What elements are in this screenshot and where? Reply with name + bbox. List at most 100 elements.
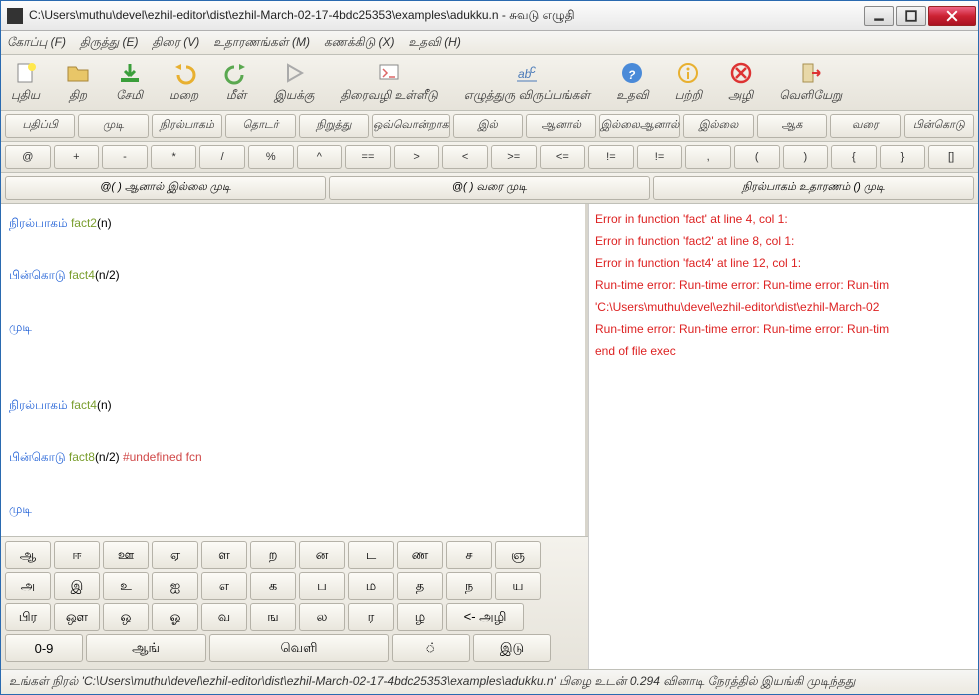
maximize-button[interactable] (896, 6, 926, 26)
symbol-btn-2[interactable]: - (102, 145, 148, 169)
menu-item-2[interactable]: திரை (V) (153, 35, 200, 51)
kb-key[interactable]: பிர (5, 603, 51, 631)
kb-key[interactable]: 0-9 (5, 634, 83, 662)
menu-item-5[interactable]: உதவி (H) (409, 35, 461, 51)
kb-key[interactable]: ஈ (54, 541, 100, 569)
kb-key[interactable]: ஞ (495, 541, 541, 569)
kb-key[interactable]: உ (103, 572, 149, 600)
keyword-btn-8[interactable]: இல்லைஆனால் (599, 114, 680, 138)
keyword-btn-5[interactable]: ஒவ்வொன்றாக (372, 114, 450, 138)
symbol-btn-13[interactable]: != (637, 145, 683, 169)
kb-key[interactable]: ் (392, 634, 470, 662)
menu-item-4[interactable]: கணக்கிடு (X) (324, 35, 395, 51)
keyword-btn-2[interactable]: நிரல்பாகம் (152, 114, 222, 138)
snippet-btn-0[interactable]: @( ) ஆனால் இல்லை முடி (5, 176, 326, 200)
kb-key[interactable]: ம (348, 572, 394, 600)
keyword-btn-11[interactable]: வரை (830, 114, 900, 138)
keyword-btn-4[interactable]: நிறுத்து (299, 114, 369, 138)
snippet-btn-2[interactable]: நிரல்பாகம் உதாரணம் () முடி (653, 176, 974, 200)
keyword-btn-6[interactable]: இல் (453, 114, 523, 138)
kb-key[interactable]: ர (348, 603, 394, 631)
kb-key[interactable]: ற (250, 541, 296, 569)
symbol-btn-16[interactable]: ) (783, 145, 829, 169)
symbol-btn-4[interactable]: / (199, 145, 245, 169)
kb-key[interactable]: ச (446, 541, 492, 569)
kb-key[interactable]: ன (299, 541, 345, 569)
symbol-btn-9[interactable]: < (442, 145, 488, 169)
toolbar-new[interactable]: புதிய (11, 61, 40, 104)
symbol-btn-0[interactable]: @ (5, 145, 51, 169)
kb-key[interactable]: ப (299, 572, 345, 600)
toolbar-exit[interactable]: வெளியேறு (779, 61, 842, 104)
kb-key[interactable]: ஓ (152, 603, 198, 631)
toolbar-screen[interactable]: திரைவழி உள்ளீடு (340, 61, 437, 104)
keyword-btn-12[interactable]: பின்கொடு (904, 114, 974, 138)
symbol-btn-15[interactable]: ( (734, 145, 780, 169)
kb-key[interactable]: ஒ (103, 603, 149, 631)
kb-key[interactable]: க (250, 572, 296, 600)
toolbar-clear[interactable]: அழி (728, 61, 753, 104)
kb-key[interactable]: இடு (473, 634, 551, 662)
symbol-btn-12[interactable]: != (588, 145, 634, 169)
symbol-btn-18[interactable]: } (880, 145, 926, 169)
kb-key[interactable]: <- அழி (446, 603, 524, 631)
kb-key[interactable]: ஔ (54, 603, 100, 631)
symbol-btn-8[interactable]: > (394, 145, 440, 169)
menu-item-1[interactable]: திருத்து (E) (80, 35, 139, 51)
symbol-btn-3[interactable]: * (151, 145, 197, 169)
kb-key[interactable]: ண (397, 541, 443, 569)
kb-key[interactable]: அ (5, 572, 51, 600)
keyword-row: பதிப்பிமுடிநிரல்பாகம்தொடர்நிறுத்துஒவ்வொன… (1, 111, 978, 142)
menu-item-0[interactable]: கோப்பு (F) (7, 35, 66, 51)
toolbar-open[interactable]: திற (66, 61, 90, 104)
kb-key[interactable]: எ (201, 572, 247, 600)
kb-key[interactable]: ஆங் (86, 634, 206, 662)
kb-key[interactable]: ந (446, 572, 492, 600)
symbol-btn-19[interactable]: [] (928, 145, 974, 169)
toolbar-about[interactable]: பற்றி (675, 61, 702, 104)
kb-key[interactable]: ஊ (103, 541, 149, 569)
symbol-btn-17[interactable]: { (831, 145, 877, 169)
kb-key[interactable]: ள (201, 541, 247, 569)
keyword-btn-3[interactable]: தொடர் (225, 114, 295, 138)
close-button[interactable] (928, 6, 976, 26)
symbol-btn-10[interactable]: >= (491, 145, 537, 169)
symbol-btn-7[interactable]: == (345, 145, 391, 169)
kb-key[interactable]: ட (348, 541, 394, 569)
minimize-button[interactable] (864, 6, 894, 26)
toolbar-undo[interactable]: மறை (169, 61, 198, 104)
kb-key[interactable]: ஆ (5, 541, 51, 569)
clear-icon (729, 61, 753, 85)
symbol-btn-14[interactable]: , (685, 145, 731, 169)
toolbar-font[interactable]: abcஎழுத்துரு விருப்பங்கள் (464, 61, 591, 104)
symbol-btn-6[interactable]: ^ (297, 145, 343, 169)
keyword-btn-7[interactable]: ஆனால் (526, 114, 596, 138)
kb-key[interactable]: ங (250, 603, 296, 631)
toolbar-save[interactable]: சேமி (116, 61, 143, 104)
kb-key[interactable]: த (397, 572, 443, 600)
error-output[interactable]: Error in function 'fact' at line 4, col … (588, 204, 978, 669)
keyword-btn-10[interactable]: ஆக (757, 114, 827, 138)
kb-key[interactable]: வெளி (209, 634, 389, 662)
keyword-btn-0[interactable]: பதிப்பி (5, 114, 75, 138)
toolbar-redo[interactable]: மீள் (224, 61, 248, 104)
toolbar-run[interactable]: இயக்கு (274, 61, 314, 104)
snippet-btn-1[interactable]: @( ) வரை முடி (329, 176, 650, 200)
kb-key[interactable]: ய (495, 572, 541, 600)
error-line: Run-time error: Run-time error: Run-time… (595, 318, 972, 340)
menubar: கோப்பு (F) திருத்து (E) திரை (V) உதாரணங்கள்… (1, 31, 978, 55)
symbol-btn-1[interactable]: + (54, 145, 100, 169)
kb-key[interactable]: வ (201, 603, 247, 631)
titlebar[interactable]: C:\Users\muthu\devel\ezhil-editor\dist\e… (1, 1, 978, 31)
kb-key[interactable]: இ (54, 572, 100, 600)
keyword-btn-1[interactable]: முடி (78, 114, 148, 138)
symbol-btn-11[interactable]: <= (540, 145, 586, 169)
keyword-btn-9[interactable]: இல்லை (683, 114, 753, 138)
menu-item-3[interactable]: உதாரணங்கள் (M) (213, 35, 310, 51)
kb-key[interactable]: ஏ (152, 541, 198, 569)
toolbar-help[interactable]: ?உதவி (616, 61, 648, 104)
kb-key[interactable]: ழ (397, 603, 443, 631)
kb-key[interactable]: ஐ (152, 572, 198, 600)
symbol-btn-5[interactable]: % (248, 145, 294, 169)
kb-key[interactable]: ல (299, 603, 345, 631)
